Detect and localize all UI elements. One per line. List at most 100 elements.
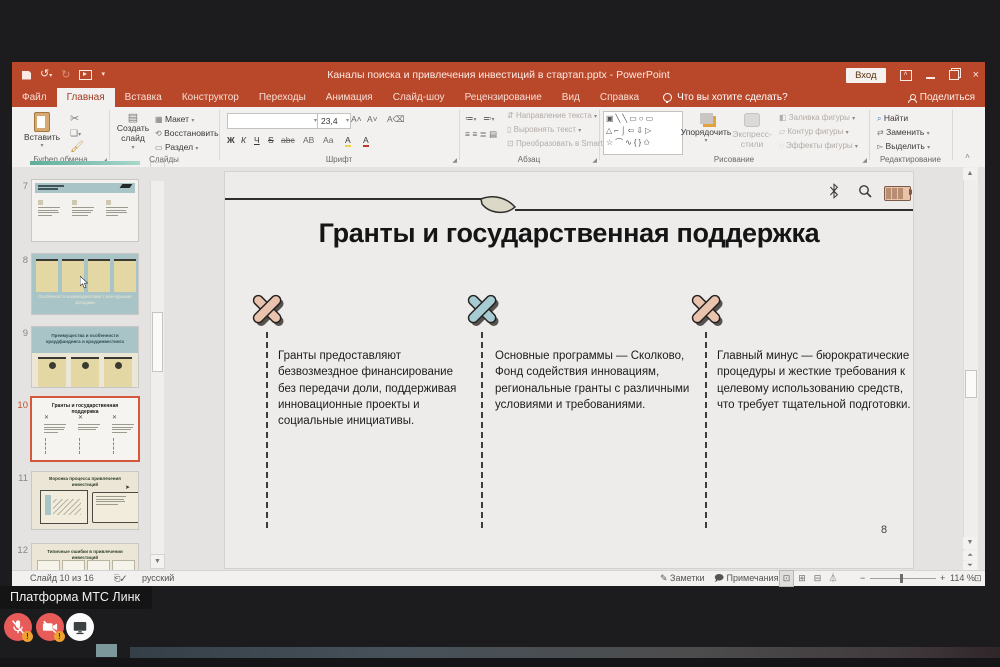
- shape-fill-button[interactable]: ◧ Заливка фигуры ▾: [779, 113, 855, 122]
- tab-insert[interactable]: Вставка: [115, 88, 172, 107]
- slide-scrollbar[interactable]: [963, 167, 978, 570]
- slide-thumbnail-11[interactable]: Воронка процесса привлечения инвестиций …: [32, 472, 138, 529]
- font-name-combobox[interactable]: ▾: [227, 113, 319, 129]
- collapse-ribbon-icon[interactable]: ˄: [965, 151, 970, 161]
- slide-text-block[interactable]: Главный минус — бюрократические процедур…: [717, 348, 917, 413]
- slide-scrollbar-thumb[interactable]: [965, 370, 977, 398]
- character-spacing-button[interactable]: АВ: [303, 135, 314, 145]
- camera-off-button[interactable]: !: [36, 613, 64, 641]
- bullets-button[interactable]: ≔▾: [465, 113, 477, 124]
- x-marker-icon[interactable]: [248, 290, 290, 332]
- copy-button[interactable]: ❏▾: [70, 127, 81, 139]
- ribbon-display-options-icon[interactable]: ˄: [900, 70, 912, 81]
- dialog-launcher-icon[interactable]: ◢: [862, 157, 867, 164]
- scroll-down-icon[interactable]: ▼: [963, 537, 977, 549]
- tab-file[interactable]: Файл: [12, 88, 57, 107]
- new-slide-button[interactable]: ▤ Создать слайд ▾: [115, 112, 151, 151]
- close-icon[interactable]: ×: [973, 62, 979, 88]
- shapes-gallery[interactable]: ▣╲╲▭○▭△⌐⌡⇦⇩▷☆⌒∿{}✩: [603, 111, 683, 155]
- paste-button[interactable]: Вставить ▾: [24, 112, 60, 149]
- font-color-button[interactable]: А: [363, 135, 369, 147]
- numbering-button[interactable]: ≕▾: [483, 113, 495, 124]
- tab-animations[interactable]: Анимация: [316, 88, 383, 107]
- slide-sorter-view-icon[interactable]: ⊞: [796, 571, 809, 586]
- tab-view[interactable]: Вид: [552, 88, 590, 107]
- align-text-button[interactable]: ▯ Выровнять текст ▾: [507, 125, 581, 134]
- slide-text-block[interactable]: Гранты предоставляют безвозмездное финан…: [278, 348, 474, 430]
- font-size-combobox[interactable]: 23,4▾: [317, 113, 351, 129]
- dialog-launcher-icon[interactable]: ◢: [452, 157, 457, 164]
- zoom-level[interactable]: 114 %: [950, 571, 975, 586]
- view-buttons[interactable]: ⊡ ⊞ ⊟ ⏃: [780, 571, 840, 586]
- reset-button[interactable]: ⟲ Восстановить: [155, 128, 219, 140]
- x-marker-icon[interactable]: [463, 290, 505, 332]
- arrange-button[interactable]: Упорядочить ▾: [683, 113, 729, 144]
- slideshow-view-icon[interactable]: ⏃: [827, 571, 840, 586]
- slide-canvas[interactable]: Гранты и государственная поддержка Грант…: [225, 172, 913, 568]
- format-painter-button[interactable]: 🖌: [70, 141, 84, 153]
- bold-button[interactable]: Ж: [227, 135, 235, 145]
- tab-help[interactable]: Справка: [590, 88, 649, 107]
- screen-share-button[interactable]: [66, 613, 94, 641]
- microphone-off-button[interactable]: !: [4, 613, 32, 641]
- share-button[interactable]: Поделиться: [908, 88, 975, 107]
- zoom-in-icon[interactable]: +: [940, 571, 945, 586]
- tell-me-box[interactable]: Что вы хотите сделать?: [649, 88, 788, 107]
- tab-transitions[interactable]: Переходы: [249, 88, 316, 107]
- slide-text-block[interactable]: Основные программы — Сколково, Фонд соде…: [495, 348, 693, 413]
- slide-thumbnail-9[interactable]: Преимущества и особенности краудфандинга…: [32, 327, 138, 387]
- zoom-slider[interactable]: [870, 578, 936, 579]
- slide-thumbnail-10-selected[interactable]: Гранты и государственная поддержка ✕ ✕ ✕: [32, 398, 138, 460]
- slide-thumbnail-8[interactable]: Особенности взаимодействия с венчурными …: [32, 254, 138, 314]
- select-button[interactable]: ▻ Выделить ▾: [877, 141, 930, 153]
- thumbnail-number: 8: [14, 255, 28, 266]
- shape-outline-button[interactable]: ▱ Контур фигуры ▾: [779, 127, 849, 136]
- slide-title[interactable]: Гранты и государственная поддержка: [225, 218, 913, 249]
- restore-icon[interactable]: [949, 70, 959, 80]
- reading-view-icon[interactable]: ⊟: [811, 571, 824, 586]
- shape-effects-button[interactable]: ◌ Эффекты фигуры ▾: [779, 141, 858, 150]
- minimize-icon[interactable]: [926, 77, 935, 79]
- quick-styles-button[interactable]: Экспресс-стили: [731, 113, 773, 150]
- scroll-up-icon[interactable]: ▲: [963, 168, 977, 180]
- tab-review[interactable]: Рецензирование: [455, 88, 552, 107]
- section-button[interactable]: ▭ Раздел ▾: [155, 142, 198, 154]
- thumbnails-scroll-down-icon[interactable]: ▼: [150, 554, 165, 569]
- underline-button[interactable]: Ч: [254, 135, 260, 145]
- grow-font-button[interactable]: А˄: [351, 114, 362, 124]
- slide-counter[interactable]: Слайд 10 из 16: [30, 571, 94, 586]
- dialog-launcher-icon[interactable]: ◢: [592, 157, 597, 164]
- fit-to-window-icon[interactable]: ⊡: [974, 571, 982, 586]
- zoom-slider-thumb[interactable]: [900, 574, 903, 583]
- cut-button[interactable]: ✂: [70, 113, 79, 125]
- comments-button[interactable]: 🗩 Примечания: [714, 571, 778, 586]
- slide-thumbnail-7[interactable]: [32, 180, 138, 241]
- text-direction-button[interactable]: ⇵ Направление текста ▾: [507, 111, 597, 120]
- highlight-color-button[interactable]: А: [345, 135, 351, 147]
- clear-formatting-button[interactable]: А⌫: [387, 114, 405, 125]
- sign-in-button[interactable]: Вход: [846, 68, 886, 83]
- language-indicator[interactable]: русский: [142, 571, 174, 586]
- spellcheck-icon[interactable]: ⎗✓: [114, 571, 126, 586]
- tab-slideshow[interactable]: Слайд-шоу: [383, 88, 455, 107]
- next-slide-icon[interactable]: ⏷: [963, 561, 977, 570]
- layout-button[interactable]: ▦ Макет ▾: [155, 114, 194, 126]
- normal-view-icon[interactable]: ⊡: [780, 571, 793, 586]
- zoom-out-icon[interactable]: −: [860, 571, 865, 586]
- italic-button[interactable]: К: [241, 135, 246, 145]
- slide-thumbnail-12[interactable]: Типичные ошибки в привлечении инвестиций: [32, 544, 138, 570]
- x-marker-icon[interactable]: [687, 290, 729, 332]
- notes-button[interactable]: ✎ Заметки: [660, 571, 704, 586]
- replace-button[interactable]: ⇄ Заменить ▾: [877, 127, 930, 139]
- tab-design[interactable]: Конструктор: [172, 88, 249, 107]
- text-shadow-button[interactable]: abc: [281, 135, 295, 145]
- ribbon-tab-row: Файл Главная Вставка Конструктор Переход…: [12, 88, 985, 107]
- thumbnails-scrollbar-thumb[interactable]: [152, 312, 163, 372]
- previous-slide-icon[interactable]: ⏶: [963, 551, 977, 560]
- change-case-button[interactable]: Аа: [323, 135, 334, 145]
- tab-home[interactable]: Главная: [57, 88, 115, 107]
- strikethrough-button[interactable]: S: [268, 135, 274, 145]
- find-button[interactable]: ⌕ Найти: [877, 113, 908, 125]
- align-buttons[interactable]: ≡ ≡ ≣ ▤: [465, 129, 497, 140]
- shrink-font-button[interactable]: А˅: [367, 114, 378, 124]
